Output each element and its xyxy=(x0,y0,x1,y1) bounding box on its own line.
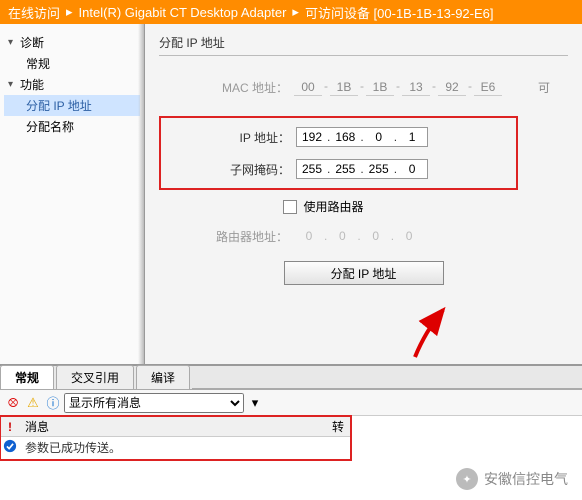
arrow-annotation-icon xyxy=(405,302,465,362)
mac-octet: 1B xyxy=(366,79,394,96)
mac-label: MAC 地址： xyxy=(159,79,294,96)
collapse-icon[interactable]: ▾ xyxy=(8,79,20,90)
tree-label: 诊断 xyxy=(20,34,44,51)
mac-octet: 1B xyxy=(330,79,358,96)
tab-compile[interactable]: 编译 xyxy=(136,365,190,389)
message-row[interactable]: 参数已成功传送。 xyxy=(1,437,350,459)
header-icon-col: ! xyxy=(1,420,19,434)
nav-tree: ▾ 诊断 常规 ▾ 功能 分配 IP 地址 分配名称 xyxy=(0,24,145,364)
message-toolbar: ⮾ ⚠ ⓘ 显示所有消息 ▾ xyxy=(0,390,582,416)
tree-node-assign-ip[interactable]: 分配 IP 地址 xyxy=(4,95,140,116)
tree-label: 分配 IP 地址 xyxy=(26,97,92,114)
tree-node-general[interactable]: 常规 xyxy=(4,53,140,74)
assign-ip-button[interactable]: 分配 IP 地址 xyxy=(284,261,444,285)
error-icon[interactable]: ⮾ xyxy=(4,394,22,412)
chevron-right-icon: ▸ xyxy=(292,4,299,20)
breadcrumb: 在线访问 ▸ Intel(R) Gigabit CT Desktop Adapt… xyxy=(0,0,582,24)
tree-label: 常规 xyxy=(26,55,50,72)
warning-icon[interactable]: ⚠ xyxy=(24,394,42,412)
mac-octet: E6 xyxy=(474,79,502,96)
use-router-checkbox[interactable] xyxy=(283,200,297,214)
mask-octet[interactable] xyxy=(397,162,427,176)
router-octet xyxy=(394,229,424,243)
dropdown-icon[interactable]: ▾ xyxy=(246,394,264,412)
tree-node-assign-name[interactable]: 分配名称 xyxy=(4,116,140,137)
ip-input[interactable]: . . . xyxy=(296,127,428,147)
mask-input[interactable]: . . . xyxy=(296,159,428,179)
message-highlight-box: ! 消息 转 参数已成功传送。 xyxy=(0,415,352,461)
tree-node-diag[interactable]: ▾ 诊断 xyxy=(4,32,140,53)
router-octet xyxy=(361,229,391,243)
watermark: ✦ 安徽信控电气 xyxy=(456,468,568,490)
mask-octet[interactable] xyxy=(330,162,360,176)
breadcrumb-item[interactable]: 在线访问 xyxy=(8,3,60,22)
tree-label: 分配名称 xyxy=(26,118,74,135)
message-text: 参数已成功传送。 xyxy=(19,439,350,456)
ip-octet[interactable] xyxy=(364,130,394,144)
ip-octet[interactable] xyxy=(297,130,327,144)
tree-node-func[interactable]: ▾ 功能 xyxy=(4,74,140,95)
mac-display: 00- 1B- 1B- 13- 92- E6 xyxy=(294,79,502,96)
router-octet xyxy=(327,229,357,243)
router-octet xyxy=(294,229,324,243)
mask-label: 子网掩码： xyxy=(161,161,296,178)
mac-side-label: 可 xyxy=(538,79,550,96)
info-icon[interactable]: ⓘ xyxy=(44,394,62,412)
header-msg-col[interactable]: 消息 xyxy=(19,418,326,435)
breadcrumb-item[interactable]: 可访问设备 [00-1B-1B-13-92-E6] xyxy=(305,3,494,22)
bottom-tabbar: 常规 交叉引用 编译 xyxy=(0,366,582,390)
wechat-icon: ✦ xyxy=(456,468,478,490)
router-input: . . . xyxy=(294,226,424,246)
breadcrumb-item[interactable]: Intel(R) Gigabit CT Desktop Adapter xyxy=(79,5,287,20)
use-router-label: 使用路由器 xyxy=(303,198,363,215)
ip-highlight-box: IP 地址： . . . 子网掩码： . . . xyxy=(159,116,518,190)
message-filter-select[interactable]: 显示所有消息 xyxy=(64,393,244,413)
message-list-header: ! 消息 转 xyxy=(1,417,350,437)
watermark-text: 安徽信控电气 xyxy=(484,469,568,489)
collapse-icon[interactable]: ▾ xyxy=(8,37,20,48)
ip-octet[interactable] xyxy=(330,130,360,144)
header-right-col: 转 xyxy=(326,418,350,435)
mac-octet: 92 xyxy=(438,79,466,96)
ip-octet[interactable] xyxy=(397,130,427,144)
content-panel: 分配 IP 地址 MAC 地址： 00- 1B- 1B- 13- 92- E6 … xyxy=(145,24,582,364)
tree-label: 功能 xyxy=(20,76,44,93)
tab-general[interactable]: 常规 xyxy=(0,365,54,389)
tab-xref[interactable]: 交叉引用 xyxy=(56,365,134,389)
mac-octet: 00 xyxy=(294,79,322,96)
mask-octet[interactable] xyxy=(364,162,394,176)
mask-octet[interactable] xyxy=(297,162,327,176)
ip-label: IP 地址： xyxy=(161,129,296,146)
mac-octet: 13 xyxy=(402,79,430,96)
success-icon xyxy=(1,439,19,456)
chevron-right-icon: ▸ xyxy=(66,4,73,20)
section-title: 分配 IP 地址 xyxy=(159,34,568,56)
router-label: 路由器地址： xyxy=(159,228,294,245)
